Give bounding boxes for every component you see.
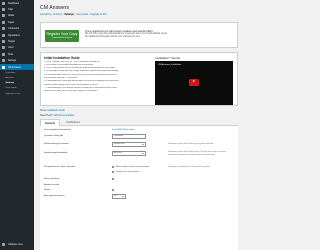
subnav-user-guide[interactable]: User Guide	[76, 13, 88, 16]
sort-description: Remember: users will be able to sort by …	[168, 143, 214, 145]
voting-checkbox[interactable]	[112, 189, 116, 192]
sidebar-item-label: Dashboard	[7, 1, 20, 5]
register-button[interactable]: Register Your Copy CreativeMinds Support	[45, 29, 79, 42]
who-answer-select[interactable]: All Users	[112, 151, 146, 156]
menu-icon	[2, 8, 5, 12]
collapse-menu-label: Collapse menu	[7, 243, 24, 246]
collapse-menu-button[interactable]: Collapse menu	[2, 243, 23, 246]
menu-icon	[2, 27, 5, 31]
show-guide-link[interactable]: Show installation Guide	[40, 109, 65, 112]
who-answer-description: Remember: users will be able to post. Th…	[168, 151, 227, 156]
installation-guide-box: Initial Installation Guide 1. Go to "Set…	[40, 52, 238, 106]
voting-label: Voting	[44, 189, 50, 191]
chevron-down-icon	[142, 144, 144, 146]
admin-sidebar: Dashboard Posts Media Pages Comments Appearan…	[0, 0, 34, 250]
need-help: Need Help? Visit Documentation	[40, 114, 75, 117]
listing-title-label: Questions listing title	[44, 135, 64, 137]
menu-icon	[2, 33, 5, 37]
approve-value: No	[114, 195, 117, 198]
installation-guide-title: Initial Installation Guide	[44, 56, 80, 60]
approve-select[interactable]: No	[112, 194, 126, 199]
approve-label: Auto approve answers	[44, 195, 65, 197]
subnav-upgrade[interactable]: Upgrade to Pro	[90, 13, 106, 16]
sticky-checkbox[interactable]	[112, 178, 116, 181]
sidebar-item-label: Comments	[7, 27, 20, 31]
register-text-line3: No additional information will be ever c…	[85, 36, 141, 39]
sidebar-item-label: Plugins	[7, 40, 16, 44]
plugin-subnav: Questions|Answers|Settings|User Guide|Up…	[40, 12, 107, 16]
register-box: Register Your Copy CreativeMinds Support…	[40, 22, 238, 48]
title-checkbox-label: Fill questions for "order" and other	[44, 166, 76, 168]
checkbox-icon	[112, 171, 115, 174]
sidebar-item-cm-answers[interactable]: CM Answers	[0, 63, 34, 71]
sidebar-item-label: Settings	[7, 59, 17, 63]
page-title: CM Answers	[40, 5, 70, 11]
register-button-label: Register Your Copy	[46, 32, 78, 37]
votes-checkbox-label: Show number of votes in the question	[115, 166, 150, 169]
subnav-answers[interactable]: Answers	[53, 13, 62, 16]
votes-checkbox[interactable]: Show number of votes in the question	[112, 166, 150, 169]
menu-icon	[2, 40, 5, 44]
settings-tabs: General Notifications	[40, 119, 238, 126]
collapse-icon	[2, 243, 5, 246]
tutorial-video[interactable]: CM Answers Installation	[155, 60, 233, 105]
need-help-label: Need Help?	[40, 114, 53, 117]
sorting-checkbox[interactable]: Sorting of the other answer	[112, 171, 140, 174]
checkbox-icon	[112, 166, 115, 169]
link-label: Link to questions frontend list	[44, 129, 71, 131]
subnav-questions[interactable]: Questions	[40, 13, 51, 16]
answers-section-label: Answers section	[44, 184, 60, 186]
tutorial-title: Installation Tutorial	[155, 56, 181, 60]
sort-label: Default sorting for answers	[44, 143, 69, 145]
documentation-link[interactable]: Visit Documentation	[53, 114, 74, 117]
who-answer-value: All Users	[114, 152, 123, 155]
menu-icon	[2, 46, 5, 50]
menu-icon	[2, 20, 5, 24]
sticky-label: Sticky questions:	[44, 178, 60, 180]
sidebar-item-label: Media	[7, 14, 15, 18]
video-title: CM Answers Installation	[158, 63, 182, 66]
sidebar-item-label: Appearance	[7, 33, 21, 37]
frontend-list-link[interactable]: https://FB-DEV/answers/	[112, 129, 135, 131]
menu-icon	[2, 14, 5, 18]
sidebar-subitem-upgrade-to-pro[interactable]: Upgrade to Pro	[0, 91, 34, 96]
sidebar-item-label: Posts	[7, 8, 14, 12]
sorting-checkbox-label: Sorting of the other answer	[115, 171, 140, 174]
installation-steps: 1. Go to "Settings" then click on "Link …	[44, 61, 148, 94]
chevron-down-icon	[142, 153, 144, 155]
subnav-settings[interactable]: Settings	[64, 13, 73, 16]
menu-icon	[2, 65, 5, 69]
play-icon[interactable]	[189, 78, 199, 86]
sidebar-item-label: Pages	[7, 20, 15, 24]
chevron-down-icon	[122, 196, 124, 198]
menu-icon	[2, 1, 5, 5]
sort-select[interactable]: Newest first	[112, 142, 146, 147]
sidebar-item-label: Tools	[7, 52, 14, 56]
installation-step: whether max_input_vars in your php confi…	[44, 90, 98, 93]
register-text: Once registered you will receive updates…	[85, 30, 225, 40]
checkbox-icon	[112, 178, 115, 181]
title-checkbox-description: If settings are enabled, the ranking wil…	[168, 166, 211, 168]
sidebar-item-label: Users	[7, 46, 14, 50]
tab-notifications[interactable]: Notifications	[62, 119, 84, 126]
settings-panel: Link to questions frontend list https://…	[40, 126, 238, 250]
menu-icon	[2, 52, 5, 56]
register-button-sublabel: CreativeMinds Support	[51, 36, 73, 39]
sidebar-item-label: CM Answers	[7, 65, 21, 69]
main-content: CM Answers Questions|Answers|Settings|Us…	[34, 0, 250, 250]
tab-general[interactable]: General	[40, 119, 60, 126]
who-answer-label: Enable magicked sidebar:	[44, 152, 68, 154]
checkbox-icon	[112, 189, 115, 192]
menu-icon	[2, 59, 5, 63]
sort-select-value: Newest first	[114, 143, 125, 146]
listing-title-input[interactable]	[112, 134, 146, 139]
